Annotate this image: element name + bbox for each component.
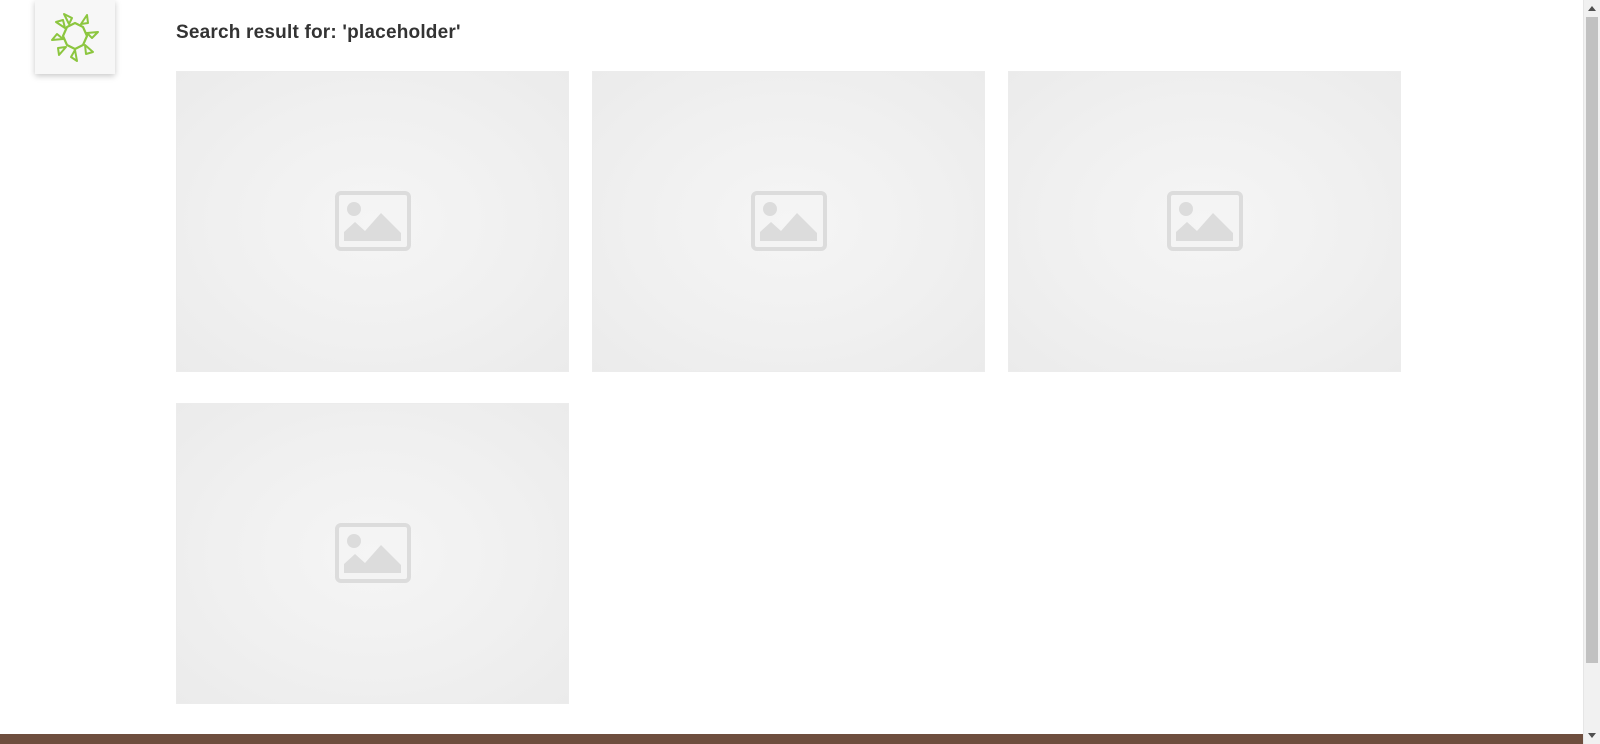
image-placeholder-icon	[750, 191, 827, 251]
page: Search result for: 'placeholder'	[0, 0, 1600, 744]
result-card[interactable]	[1008, 71, 1401, 372]
image-placeholder-icon	[1166, 191, 1243, 251]
footer-bar	[0, 734, 1583, 744]
result-card[interactable]	[176, 403, 569, 704]
sun-logo-icon	[51, 13, 99, 62]
scroll-up-arrow-icon[interactable]	[1584, 0, 1600, 16]
site-logo[interactable]	[35, 0, 115, 74]
result-card[interactable]	[176, 71, 569, 372]
image-placeholder-icon	[334, 191, 411, 251]
search-result-heading: Search result for: 'placeholder'	[176, 22, 461, 43]
scroll-down-arrow-icon[interactable]	[1584, 728, 1600, 744]
search-results-grid	[176, 71, 1401, 704]
image-placeholder-icon	[334, 523, 411, 583]
result-card[interactable]	[592, 71, 985, 372]
scrollbar-thumb[interactable]	[1586, 17, 1598, 663]
vertical-scrollbar[interactable]	[1583, 0, 1600, 744]
